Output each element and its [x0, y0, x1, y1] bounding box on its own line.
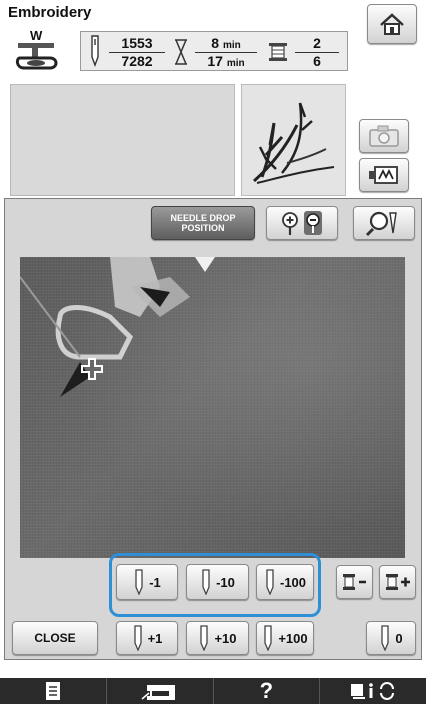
document-icon [45, 682, 60, 700]
needle-minus-100-button[interactable]: -100 [256, 564, 314, 600]
needle-crosshair-icon [80, 357, 104, 386]
settings-info-icon [351, 682, 395, 700]
time-unit-bottom: min [226, 58, 245, 69]
step-label: -1 [149, 574, 161, 590]
needle-plus-100-button[interactable]: +100 [256, 621, 314, 655]
needle-plus-10-button[interactable]: +10 [186, 621, 249, 655]
time-current: 8 [211, 35, 220, 51]
stitch-view-button[interactable] [359, 158, 409, 192]
needle-minus-10-button[interactable]: -10 [186, 564, 249, 600]
step-label: -10 [216, 574, 235, 590]
zoom-plus-minus-icon [282, 211, 322, 235]
step-label: 0 [395, 630, 403, 646]
zoom-in-out-button[interactable] [266, 206, 338, 240]
stitch-current: 1553 [109, 35, 165, 53]
camera-button[interactable] [359, 119, 409, 153]
camera-icon [369, 125, 399, 147]
color-current: 2 [295, 35, 339, 53]
presser-foot-icon: W [10, 28, 68, 76]
needle-drop-position-button[interactable]: NEEDLE DROP POSITION [151, 206, 255, 240]
home-icon [380, 13, 404, 35]
needle-icon [264, 625, 272, 651]
pattern-preview [241, 84, 346, 196]
step-label: +10 [214, 630, 237, 646]
spool-plus-icon [385, 574, 410, 590]
needle-icon [266, 569, 274, 595]
bottom-menu-button[interactable] [0, 678, 107, 704]
color-total: 6 [313, 53, 321, 69]
needle-drop-label-2: POSITION [181, 223, 225, 233]
presser-foot-image [20, 257, 215, 397]
hourglass-icon [173, 38, 189, 71]
camera-view [20, 257, 405, 558]
pattern-area [10, 84, 235, 196]
needle-icon [87, 35, 103, 72]
bottom-bar: ? [0, 678, 426, 704]
step-label: -100 [279, 574, 307, 590]
needle-icon [133, 625, 142, 651]
presser-foot-letter: W [30, 28, 43, 43]
close-label: CLOSE [34, 631, 76, 645]
spool-minus-icon [342, 574, 366, 590]
close-button[interactable]: CLOSE [12, 621, 98, 655]
bottom-sewing-machine-button[interactable] [107, 678, 214, 704]
needle-minus-1-button[interactable]: -1 [116, 564, 178, 600]
needle-reset-zero-button[interactable]: 0 [366, 621, 416, 655]
needle-icon [200, 625, 209, 651]
needle-icon [135, 569, 143, 595]
magnify-button[interactable] [353, 206, 415, 240]
stitch-total: 7282 [121, 53, 153, 69]
home-button[interactable] [367, 4, 417, 44]
thread-spool-icon [267, 41, 289, 68]
help-icon: ? [259, 678, 274, 703]
step-label: +1 [147, 630, 163, 646]
step-label: +100 [278, 630, 308, 646]
time-total: 17 [207, 53, 223, 69]
page-title: Embroidery [8, 4, 92, 21]
sewing-machine-icon [141, 685, 175, 700]
needle-plus-1-button[interactable]: +1 [116, 621, 178, 655]
needle-icon [202, 569, 210, 595]
magnifier-icon [365, 211, 397, 237]
tension-plus-button[interactable] [379, 565, 416, 599]
progress-counter: 1553 7282 8 min 17 min 2 6 [80, 31, 348, 71]
bottom-settings-button[interactable] [320, 678, 426, 704]
time-unit-top: min [222, 40, 241, 51]
bottom-help-button[interactable]: ? [214, 678, 321, 704]
tension-minus-button[interactable] [336, 565, 373, 599]
embroidery-pattern-image [253, 102, 335, 184]
needle-icon [381, 625, 390, 651]
needle-drop-label-1: NEEDLE DROP [170, 213, 236, 223]
stitch-frame-icon [369, 166, 398, 184]
